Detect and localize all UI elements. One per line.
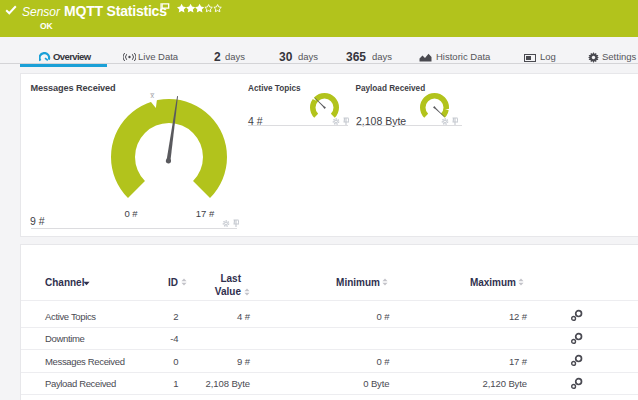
- svg-text:x̅: x̅: [149, 92, 155, 99]
